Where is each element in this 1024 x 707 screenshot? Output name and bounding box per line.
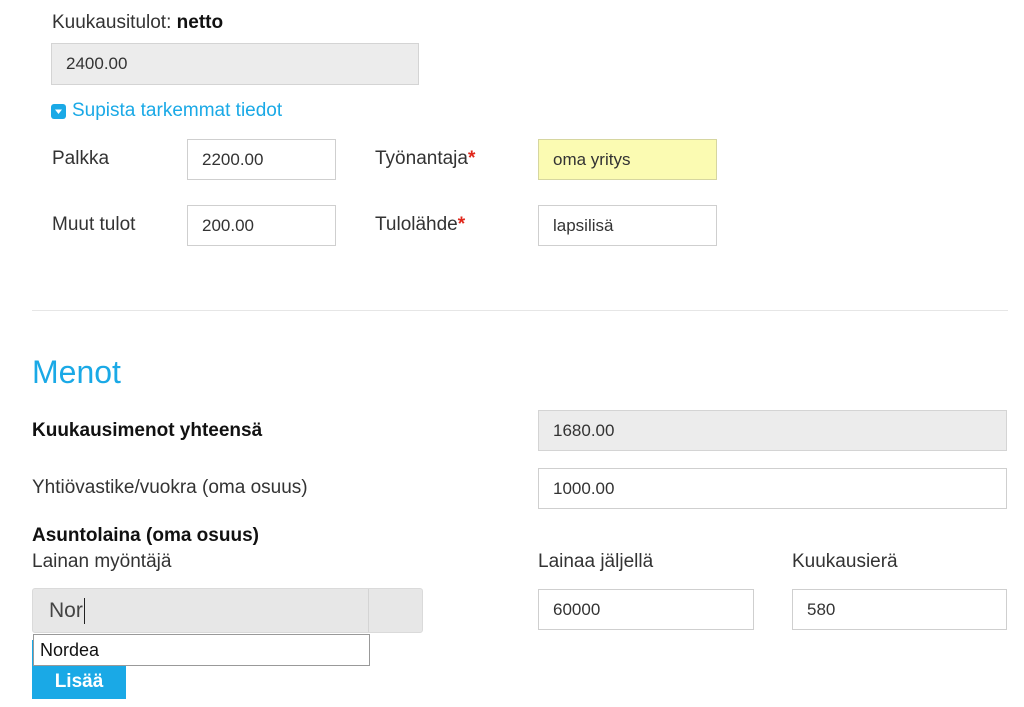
lender-dropdown-button[interactable] (369, 589, 422, 632)
income-source-input[interactable]: lapsilisä (538, 205, 717, 246)
employer-label-text: Työnantaja (375, 148, 468, 169)
salary-input[interactable]: 2200.00 (187, 139, 336, 180)
mortgage-heading: Asuntolaina (oma osuus) (32, 525, 259, 546)
monthly-income-field: 2400.00 (51, 43, 419, 85)
section-divider (32, 310, 1008, 311)
lender-suggestion-item[interactable]: Nordea (33, 634, 370, 666)
text-caret (83, 597, 85, 624)
rent-input[interactable]: 1000.00 (538, 468, 1007, 509)
collapse-details-label: Supista tarkemmat tiedot (72, 100, 283, 121)
installment-label: Kuukausierä (792, 551, 898, 572)
lender-input[interactable]: Nor (33, 589, 368, 632)
lender-input-text: Nor (49, 598, 83, 622)
rent-label: Yhtiövastike/vuokra (oma osuus) (32, 477, 308, 498)
loan-remaining-input[interactable]: 60000 (538, 589, 754, 630)
required-marker: * (457, 214, 466, 235)
monthly-income-label-bold: netto (176, 12, 224, 33)
required-marker: * (467, 148, 476, 169)
other-income-input[interactable]: 200.00 (187, 205, 336, 246)
employer-input[interactable]: oma yritys (538, 139, 717, 180)
chevron-down-square-icon (51, 103, 66, 119)
installment-input[interactable]: 580 (792, 589, 1007, 630)
monthly-income-label: Kuukausitulot: netto (52, 12, 223, 34)
lender-combobox[interactable]: Nor (32, 588, 423, 633)
lender-suggestion-label: Nordea (40, 639, 100, 660)
income-source-label: Tulolähde* (375, 214, 465, 236)
expenses-title: Menot (32, 354, 121, 390)
monthly-income-label-text: Kuukausitulot: (52, 12, 177, 33)
collapse-details-link[interactable]: Supista tarkemmat tiedot (51, 100, 282, 122)
salary-label: Palkka (52, 148, 110, 169)
monthly-expenses-total-label: Kuukausimenot yhteensä (32, 420, 263, 441)
add-button-label: Lisää (54, 671, 104, 692)
employer-label: Työnantaja* (375, 148, 475, 170)
page: Kuukausitulot: netto 2400.00 Supista tar… (0, 0, 1024, 707)
monthly-expenses-total-field: 1680.00 (538, 410, 1007, 451)
lender-label: Lainan myöntäjä (32, 551, 172, 572)
other-income-label: Muut tulot (52, 214, 136, 235)
income-source-label-text: Tulolähde (375, 214, 458, 235)
loan-remaining-label: Lainaa jäljellä (538, 551, 654, 572)
